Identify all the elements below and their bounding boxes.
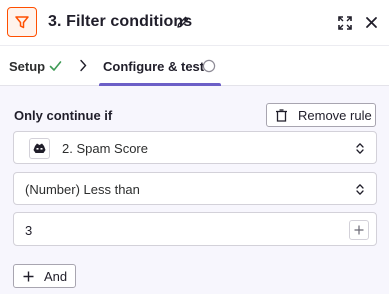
expand-icon[interactable] [337,15,353,31]
check-icon [49,61,62,71]
value-input[interactable]: 3 [13,212,377,246]
plus-icon [23,271,34,281]
field-select[interactable]: 2. Spam Score [13,131,377,164]
operator-select-value: (Number) Less than [25,182,140,197]
filter-icon [7,7,37,37]
close-icon[interactable] [365,16,378,29]
circle-icon [202,59,216,73]
value-input-text: 3 [25,223,33,238]
operator-select[interactable]: (Number) Less than [13,172,377,205]
remove-rule-button[interactable]: Remove rule [266,103,376,127]
bot-icon [29,138,50,159]
rule-heading: Only continue if [14,108,113,123]
and-button-label: And [44,268,68,284]
step-tabs: Setup Configure & test [0,46,389,86]
add-and-condition-button[interactable]: And [13,264,76,288]
field-select-value: 2. Spam Score [62,141,148,156]
step-title: 3. Filter conditions [48,13,193,30]
chevron-right-icon [80,59,87,72]
chevron-updown-icon [356,184,364,195]
remove-rule-label: Remove rule [298,107,372,123]
plus-icon [354,225,364,235]
trash-icon [276,108,287,122]
pencil-icon[interactable] [176,15,190,29]
tab-configure-test[interactable]: Configure & test [103,59,204,74]
panel-header: 3. Filter conditions [0,0,389,46]
active-tab-indicator [99,83,221,86]
insert-data-button[interactable] [349,220,369,240]
chevron-updown-icon [356,143,364,154]
tab-setup[interactable]: Setup [9,59,45,74]
